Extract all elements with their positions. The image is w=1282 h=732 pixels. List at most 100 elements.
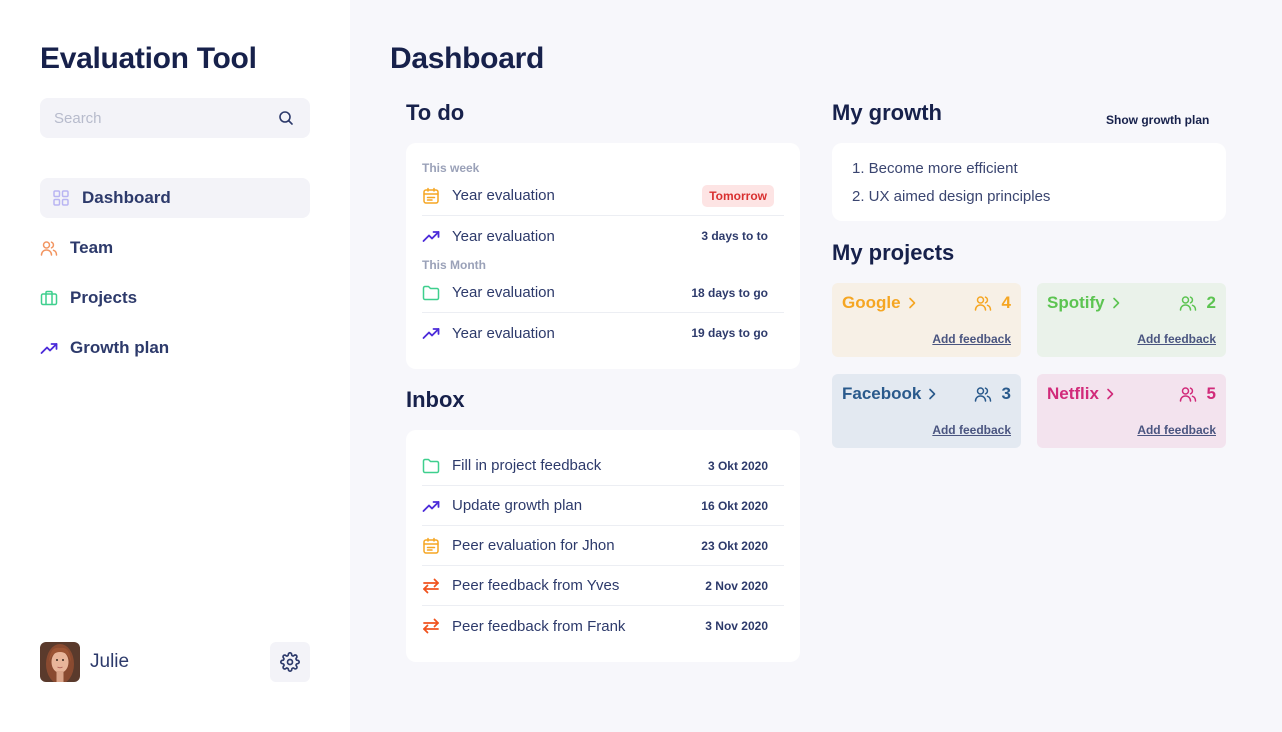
users-icon [974,296,991,311]
project-name: Netflix [1047,384,1099,403]
project-name-link[interactable]: Spotify [1047,293,1121,313]
inbox-item[interactable]: Update growth plan 16 Okt 2020 [422,486,784,526]
inbox-item[interactable]: Peer feedback from Frank 3 Nov 2020 [422,606,784,646]
sidebar-item-label: Projects [70,288,138,307]
project-team-count: 4 [974,293,1011,313]
project-name-link[interactable]: Netflix [1047,384,1115,404]
project-team-count: 2 [1179,293,1216,313]
chevron-right-icon [908,297,915,309]
todo-item-due: 3 days to to [701,229,768,243]
team-count: 5 [1206,384,1216,403]
growth-item: 2. UX aimed design principles [852,188,1051,205]
todo-item[interactable]: Year evaluation 3 days to to [422,216,784,256]
sidebar-item-label: Team [70,238,114,257]
project-name: Facebook [842,384,922,403]
chevron-right-icon [1107,388,1114,400]
swap-icon [423,578,439,593]
users-icon [40,241,58,256]
sidebar: Evaluation Tool Dashboard Team Projects … [0,0,350,732]
add-feedback-link[interactable]: Add feedback [932,332,1011,346]
project-card-google[interactable]: Google 4 Add feedback [832,283,1021,357]
inbox-item-label: Peer feedback from Frank [452,617,626,635]
folder-icon [422,285,440,300]
users-icon [1179,296,1196,311]
sidebar-item-team[interactable]: Team [40,228,310,268]
this-week-label: This week [422,161,480,175]
search-icon[interactable] [278,110,294,126]
grid-icon [53,190,69,206]
inbox-item-label: Fill in project feedback [452,457,602,474]
users-icon [974,387,991,402]
todo-item-label: Year evaluation [452,187,555,204]
calendar-icon [423,187,439,204]
inbox-item-date: 3 Nov 2020 [705,619,768,633]
add-feedback-link[interactable]: Add feedback [1137,332,1216,346]
inbox-title: Inbox [406,387,465,412]
inbox-item-label: Peer feedback from Yves [452,577,620,594]
project-name: Spotify [1047,293,1105,312]
todo-card: This week Year evaluation Tomorrow Year … [406,143,800,369]
projects-title: My projects [832,240,955,265]
briefcase-icon [40,290,58,306]
user-name: Julie [90,651,130,672]
inbox-card: Fill in project feedback 3 Okt 2020 Upda… [406,430,800,662]
todo-item-label: Year evaluation [452,284,555,301]
search-input[interactable] [54,98,274,138]
sidebar-item-projects[interactable]: Projects [40,278,310,318]
sidebar-item-growth-plan[interactable]: Growth plan [40,328,310,368]
project-card-spotify[interactable]: Spotify 2 Add feedback [1037,283,1226,357]
trending-up-icon [422,328,440,339]
growth-item: 1. Become more efficient [852,160,1018,177]
project-name-link[interactable]: Google [842,293,917,313]
chevron-right-icon [929,388,936,400]
settings-button[interactable] [270,642,310,682]
trending-up-icon [422,231,440,242]
team-count: 4 [1001,293,1011,312]
users-icon [1179,387,1196,402]
project-name-link[interactable]: Facebook [842,384,937,404]
todo-item[interactable]: Year evaluation 18 days to go [422,273,784,313]
inbox-item[interactable]: Fill in project feedback 3 Okt 2020 [422,446,784,486]
growth-card: 1. Become more efficient 2. UX aimed des… [832,143,1226,221]
todo-item-due: 19 days to go [691,326,768,340]
add-feedback-link[interactable]: Add feedback [1137,423,1216,437]
inbox-item-date: 3 Okt 2020 [707,458,768,473]
search-box[interactable] [40,98,310,138]
folder-icon [422,458,440,473]
app-title: Evaluation Tool [40,42,257,75]
project-team-count: 5 [1179,384,1216,404]
inbox-item-label: Peer evaluation for Jhon [452,537,615,554]
gear-icon [280,652,300,672]
todo-item-due: 18 days to go [691,285,768,300]
chevron-right-icon [1112,297,1119,309]
show-growth-plan-link[interactable]: Show growth plan [1106,113,1209,127]
project-name: Google [842,293,901,312]
inbox-item-date: 2 Nov 2020 [705,578,768,593]
sidebar-item-label: Dashboard [82,188,171,207]
project-team-count: 3 [974,384,1011,404]
todo-item-label: Year evaluation [452,227,555,245]
project-card-facebook[interactable]: Facebook 3 Add feedback [832,374,1021,448]
sidebar-item-label: Growth plan [70,338,170,357]
trending-up-icon [40,343,58,354]
project-card-netflix[interactable]: Netflix 5 Add feedback [1037,374,1226,448]
inbox-item[interactable]: Peer evaluation for Jhon 23 Okt 2020 [422,526,784,566]
growth-list: 1. Become more efficient 2. UX aimed des… [852,159,1050,215]
todo-item[interactable]: Year evaluation 19 days to go [422,313,784,353]
team-count: 2 [1206,293,1216,312]
trending-up-icon [422,500,440,512]
todo-item[interactable]: Year evaluation Tomorrow [422,176,784,216]
inbox-item[interactable]: Peer feedback from Yves 2 Nov 2020 [422,566,784,606]
swap-icon [423,618,439,634]
this-month-label: This Month [422,258,486,272]
add-feedback-link[interactable]: Add feedback [932,423,1011,437]
avatar[interactable] [40,642,80,682]
growth-title: My growth [832,100,942,125]
calendar-icon [423,537,439,554]
due-badge: Tomorrow [702,185,774,207]
inbox-item-date: 23 Okt 2020 [701,538,768,553]
team-count: 3 [1001,384,1011,403]
sidebar-item-dashboard[interactable]: Dashboard [40,178,310,218]
inbox-item-date: 16 Okt 2020 [701,498,768,513]
user-profile[interactable]: Julie [40,642,129,682]
